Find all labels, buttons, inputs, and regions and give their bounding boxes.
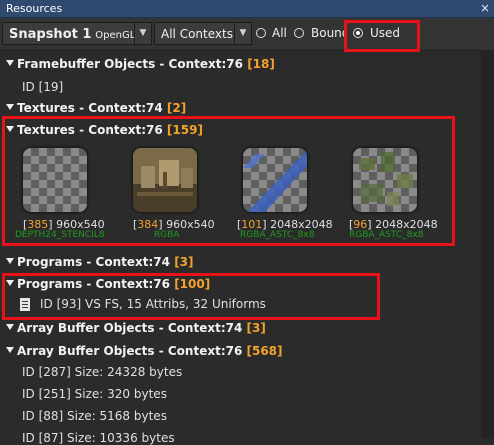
highlight-box-textures-section — [2, 116, 455, 246]
chevron-down-icon[interactable]: ▼ — [234, 23, 251, 44]
tree-section-framebuffers-76[interactable]: Framebuffer Objects - Context:76 [18] — [0, 55, 480, 75]
section-title: Framebuffer Objects - Context:76 — [17, 57, 243, 71]
tree-section-arraybuffers-74[interactable]: Array Buffer Objects - Context:74 [3] — [0, 319, 480, 339]
section-title: Array Buffer Objects - Context:74 — [17, 321, 243, 335]
expand-triangle-icon[interactable] — [6, 258, 14, 264]
close-icon[interactable]: × — [480, 1, 490, 15]
highlight-box-programs-section — [2, 273, 380, 320]
context-select[interactable]: All Contexts ▼ — [154, 22, 252, 45]
scope-label-all: All — [272, 26, 287, 40]
section-title: Programs - Context:74 — [17, 255, 170, 269]
section-count: 18 — [252, 57, 270, 71]
scope-radio-bound[interactable] — [294, 28, 304, 38]
chevron-down-icon[interactable]: ▼ — [134, 23, 151, 44]
snapshot-name: Snapshot 1 — [9, 27, 92, 42]
section-title: Array Buffer Objects - Context:76 — [17, 344, 243, 358]
panel-titlebar: Resources × — [0, 0, 494, 18]
panel-title: Resources — [6, 2, 63, 15]
list-item[interactable]: ID [87] Size: 10336 bytes — [22, 431, 175, 445]
expand-triangle-icon[interactable] — [6, 324, 14, 330]
vertical-scrollbar[interactable] — [481, 50, 494, 439]
section-count: 2 — [172, 101, 181, 115]
scope-radio-all[interactable] — [256, 28, 266, 38]
list-item[interactable]: ID [19] — [22, 80, 63, 94]
scope-label-bound: Bound — [311, 26, 347, 40]
section-count: 3 — [179, 255, 189, 269]
list-item[interactable]: ID [287] Size: 24328 bytes — [22, 365, 182, 379]
snapshot-select[interactable]: Snapshot 1 OpenGL ▼ — [2, 22, 152, 45]
tree-section-arraybuffers-76[interactable]: Array Buffer Objects - Context:76 [568] — [0, 342, 480, 362]
tree-section-programs-74[interactable]: Programs - Context:74 [3] — [0, 253, 480, 273]
expand-triangle-icon[interactable] — [6, 347, 14, 353]
highlight-box-used-option — [344, 20, 420, 52]
snapshot-api: OpenGL — [95, 30, 136, 41]
context-select-value: All Contexts — [161, 27, 233, 41]
section-title: Textures - Context:74 — [17, 101, 163, 115]
section-count: 3 — [251, 321, 261, 335]
list-item[interactable]: ID [251] Size: 320 bytes — [22, 387, 167, 401]
expand-triangle-icon[interactable] — [6, 104, 14, 110]
section-count: 568 — [251, 344, 278, 358]
list-item[interactable]: ID [88] Size: 5168 bytes — [22, 409, 167, 423]
expand-triangle-icon[interactable] — [6, 60, 14, 66]
